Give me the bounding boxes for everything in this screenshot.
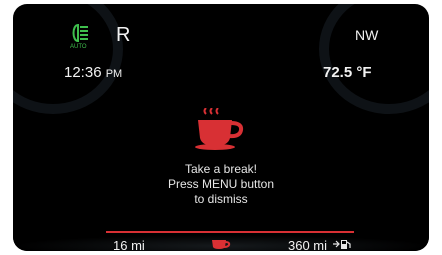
alert-line-3: to dismiss (194, 192, 248, 206)
range-to-empty: 360 mi (288, 238, 328, 253)
clock-time: 12:36 (64, 64, 102, 81)
outside-temperature: 72.5 °F (323, 64, 372, 81)
coffee-cup-icon (195, 108, 244, 150)
mini-coffee-cup-icon (212, 240, 231, 249)
gear-indicator: R (116, 24, 131, 46)
gauge-bezel-right (319, 4, 429, 114)
alert-line-1: Take a break! (184, 162, 258, 176)
clock-period: PM (105, 68, 123, 80)
gauge-bezel-left (13, 4, 123, 114)
clock: 12:36 PM (64, 64, 122, 81)
compass-heading: NW (355, 27, 379, 43)
auto-label: AUTO (70, 44, 87, 50)
trip-distance: 16 mi (113, 238, 145, 253)
fuel-pump-icon (333, 240, 351, 249)
bottom-divider (106, 231, 354, 233)
auto-headlamp-icon (72, 23, 88, 43)
alert-line-2: Press MENU button (167, 177, 275, 191)
